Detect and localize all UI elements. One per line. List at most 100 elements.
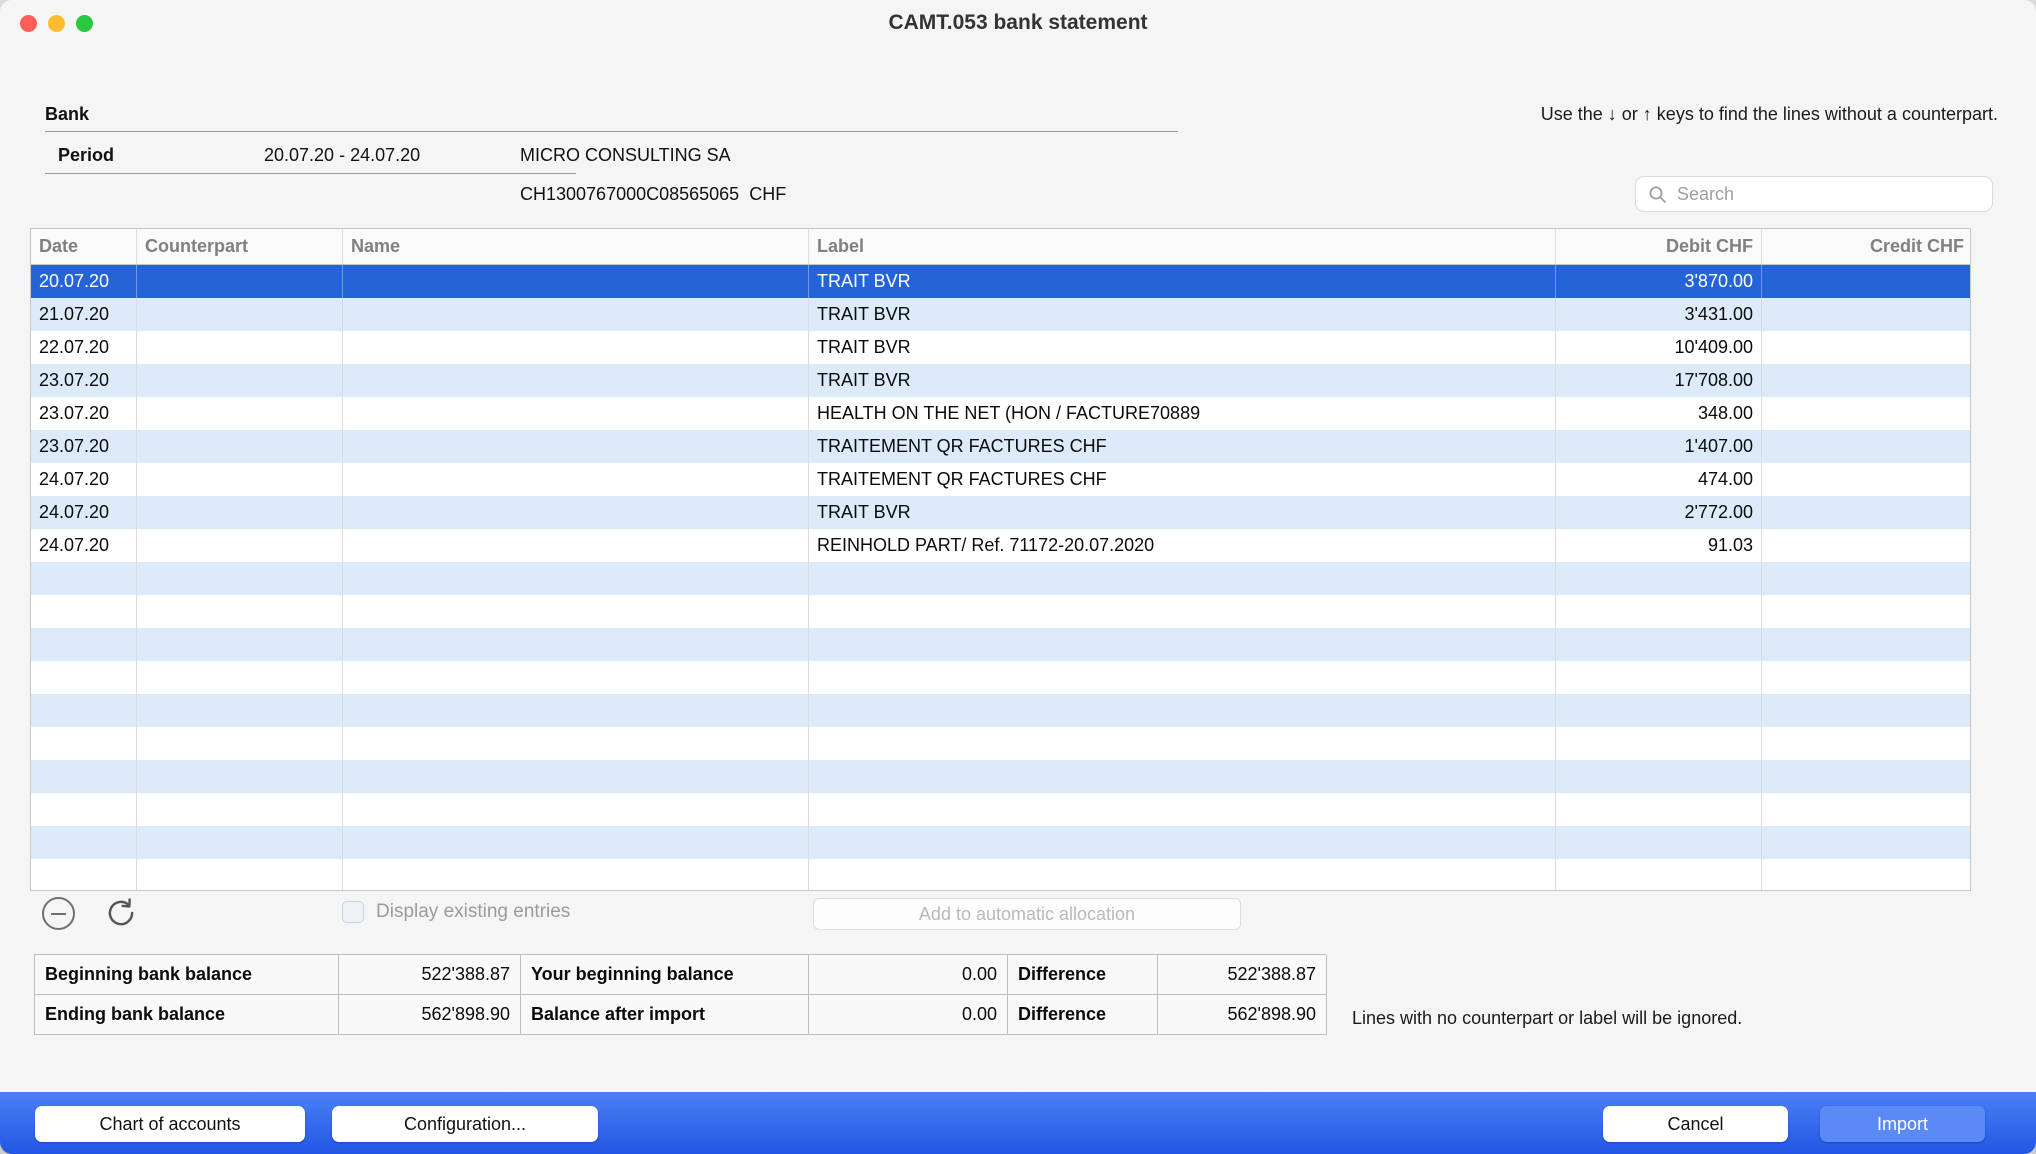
statement-row-empty[interactable] bbox=[31, 661, 1970, 694]
cell-counterpart bbox=[137, 496, 343, 529]
cell-name bbox=[343, 529, 809, 562]
statement-row-empty[interactable] bbox=[31, 760, 1970, 793]
statement-row[interactable]: 22.07.20 TRAIT BVR 10'409.00 bbox=[31, 331, 1970, 364]
cell-counterpart bbox=[137, 628, 343, 661]
column-header-name[interactable]: Name bbox=[343, 229, 809, 264]
summary-value: 562'898.90 bbox=[1158, 995, 1327, 1035]
column-header-date[interactable]: Date bbox=[31, 229, 137, 264]
configuration-button[interactable]: Configuration... bbox=[332, 1106, 598, 1142]
cell-debit bbox=[1556, 859, 1762, 890]
cell-date: 23.07.20 bbox=[31, 397, 137, 430]
statement-table-rows: 20.07.20 TRAIT BVR 3'870.00 21.07.20 TRAIT B… bbox=[31, 265, 1970, 890]
statement-table: Date Counterpart Name Label Debit CHF Cr… bbox=[30, 228, 1971, 891]
cell-debit bbox=[1556, 661, 1762, 694]
cell-date bbox=[31, 826, 137, 859]
chart-of-accounts-button[interactable]: Chart of accounts bbox=[35, 1106, 305, 1142]
summary-label: Ending bank balance bbox=[35, 995, 339, 1035]
cell-credit bbox=[1762, 727, 1970, 760]
ignored-lines-note: Lines with no counterpart or label will … bbox=[1352, 1008, 1743, 1028]
import-button[interactable]: Import bbox=[1820, 1106, 1985, 1142]
summary-value: 522'388.87 bbox=[1158, 955, 1327, 995]
column-header-credit[interactable]: Credit CHF bbox=[1762, 229, 1970, 264]
cell-debit: 1'407.00 bbox=[1556, 430, 1762, 463]
cell-debit bbox=[1556, 562, 1762, 595]
refresh-button[interactable] bbox=[102, 894, 140, 932]
period-label: Period bbox=[58, 145, 115, 165]
statement-row[interactable]: 24.07.20 TRAITEMENT QR FACTURES CHF 474.00 bbox=[31, 463, 1970, 496]
statement-row-empty[interactable] bbox=[31, 826, 1970, 859]
cell-name bbox=[343, 298, 809, 331]
summary-label: Difference bbox=[1008, 995, 1158, 1035]
cell-counterpart bbox=[137, 463, 343, 496]
cell-label bbox=[809, 562, 1556, 595]
statement-row[interactable]: 23.07.20 HEALTH ON THE NET (HON / FACTURE… bbox=[31, 397, 1970, 430]
cell-credit bbox=[1762, 265, 1970, 298]
statement-row-empty[interactable] bbox=[31, 793, 1970, 826]
cell-date bbox=[31, 859, 137, 890]
cell-credit bbox=[1762, 463, 1970, 496]
cell-counterpart bbox=[137, 364, 343, 397]
search-input[interactable] bbox=[1677, 183, 1980, 205]
cell-label bbox=[809, 661, 1556, 694]
search-icon bbox=[1649, 186, 1666, 203]
cell-counterpart bbox=[137, 859, 343, 890]
display-existing-checkbox[interactable] bbox=[342, 901, 364, 923]
statement-row-empty[interactable] bbox=[31, 628, 1970, 661]
statement-row[interactable]: 21.07.20 TRAIT BVR 3'431.00 bbox=[31, 298, 1970, 331]
statement-row-empty[interactable] bbox=[31, 859, 1970, 890]
cell-counterpart bbox=[137, 760, 343, 793]
cell-credit bbox=[1762, 595, 1970, 628]
cell-name bbox=[343, 397, 809, 430]
cell-counterpart bbox=[137, 265, 343, 298]
add-automatic-allocation-button[interactable]: Add to automatic allocation bbox=[813, 898, 1241, 930]
column-header-counterpart[interactable]: Counterpart bbox=[137, 229, 343, 264]
cell-debit: 91.03 bbox=[1556, 529, 1762, 562]
account-name: MICRO CONSULTING SA bbox=[520, 145, 731, 165]
cell-counterpart bbox=[137, 331, 343, 364]
statement-row[interactable]: 23.07.20 TRAITEMENT QR FACTURES CHF 1'407.… bbox=[31, 430, 1970, 463]
statement-row-empty[interactable] bbox=[31, 694, 1970, 727]
statement-row[interactable]: 23.07.20 TRAIT BVR 17'708.00 bbox=[31, 364, 1970, 397]
cell-counterpart bbox=[137, 430, 343, 463]
cell-label: REINHOLD PART/ Ref. 71172-20.07.2020 bbox=[809, 529, 1556, 562]
cell-date: 24.07.20 bbox=[31, 529, 137, 562]
statement-row[interactable]: 20.07.20 TRAIT BVR 3'870.00 bbox=[31, 265, 1970, 298]
cell-debit: 10'409.00 bbox=[1556, 331, 1762, 364]
summary-value: 0.00 bbox=[809, 955, 1008, 995]
statement-row-empty[interactable] bbox=[31, 562, 1970, 595]
summary-label: Balance after import bbox=[521, 995, 809, 1035]
statement-row-empty[interactable] bbox=[31, 595, 1970, 628]
statement-row[interactable]: 24.07.20 REINHOLD PART/ Ref. 71172-20.07.… bbox=[31, 529, 1970, 562]
statement-table-header: Date Counterpart Name Label Debit CHF Cr… bbox=[31, 229, 1970, 265]
cell-credit bbox=[1762, 562, 1970, 595]
statement-row[interactable]: 24.07.20 TRAIT BVR 2'772.00 bbox=[31, 496, 1970, 529]
cell-label: TRAIT BVR bbox=[809, 496, 1556, 529]
window-title: CAMT.053 bank statement bbox=[888, 11, 1148, 34]
cell-counterpart bbox=[137, 529, 343, 562]
cell-debit: 3'870.00 bbox=[1556, 265, 1762, 298]
cell-counterpart bbox=[137, 562, 343, 595]
cell-date: 23.07.20 bbox=[31, 364, 137, 397]
cancel-button[interactable]: Cancel bbox=[1603, 1106, 1788, 1142]
cell-label: HEALTH ON THE NET (HON / FACTURE70889 bbox=[809, 397, 1556, 430]
cell-date bbox=[31, 793, 137, 826]
cell-name bbox=[343, 760, 809, 793]
period-value: 20.07.20 - 24.07.20 bbox=[264, 145, 421, 165]
cell-label bbox=[809, 826, 1556, 859]
column-header-debit[interactable]: Debit CHF bbox=[1556, 229, 1762, 264]
cell-counterpart bbox=[137, 661, 343, 694]
cell-date: 21.07.20 bbox=[31, 298, 137, 331]
cell-date bbox=[31, 694, 137, 727]
cell-date: 22.07.20 bbox=[31, 331, 137, 364]
search-field[interactable] bbox=[1635, 176, 1993, 212]
cell-date bbox=[31, 727, 137, 760]
statement-row-empty[interactable] bbox=[31, 727, 1970, 760]
cell-name bbox=[343, 562, 809, 595]
cell-credit bbox=[1762, 496, 1970, 529]
cell-credit bbox=[1762, 628, 1970, 661]
cell-date bbox=[31, 661, 137, 694]
cell-date: 24.07.20 bbox=[31, 463, 137, 496]
remove-line-button[interactable] bbox=[42, 897, 75, 930]
column-header-label[interactable]: Label bbox=[809, 229, 1556, 264]
cell-name bbox=[343, 496, 809, 529]
